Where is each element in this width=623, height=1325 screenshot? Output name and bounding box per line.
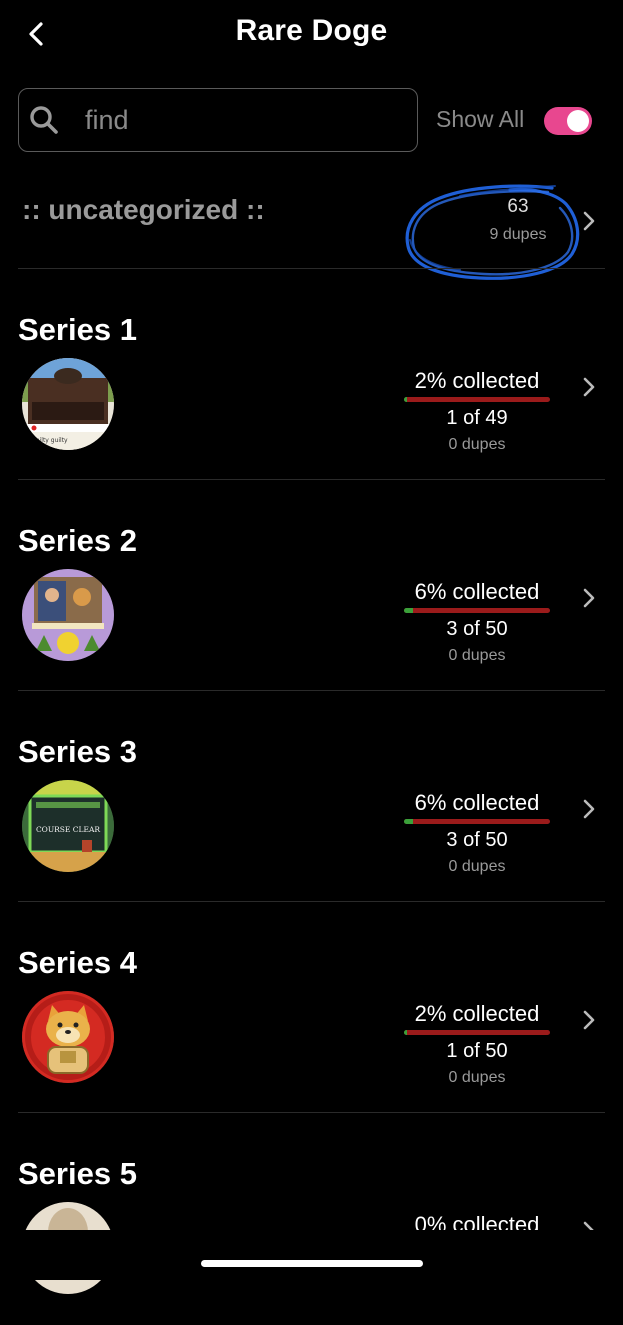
divider — [18, 479, 605, 480]
page-title: Rare Doge — [235, 14, 388, 47]
progress-fill — [404, 1030, 407, 1035]
uncategorized-label: :: uncategorized :: — [22, 194, 265, 225]
progress-fill — [404, 608, 413, 613]
divider — [18, 1112, 605, 1113]
series-thumbnail: guilty guilty — [22, 358, 114, 450]
series-title: Series 5 — [18, 1156, 137, 1191]
uncategorized-row[interactable]: :: uncategorized :: 63 9 dupes — [0, 168, 623, 268]
progress-bar — [404, 397, 550, 402]
search-icon — [27, 103, 61, 137]
uncategorized-dupes: 9 dupes — [489, 226, 547, 243]
chevron-right-icon — [583, 799, 595, 819]
collected-percent: 6% collected — [414, 579, 540, 604]
collected-count: 3 of 50 — [446, 829, 508, 851]
series-thumbnail: COURSE CLEAR — [22, 780, 114, 872]
series-title: Series 2 — [18, 523, 137, 558]
bottom-safe-area — [0, 1230, 623, 1280]
divider — [18, 690, 605, 691]
header: Rare Doge — [0, 0, 623, 70]
uncategorized-count: 63 — [507, 196, 529, 217]
dupes-count: 0 dupes — [448, 858, 506, 875]
series-title: Series 3 — [18, 734, 137, 769]
collected-percent: 6% collected — [414, 790, 540, 815]
search-input[interactable] — [83, 103, 387, 137]
chevron-right-icon — [583, 588, 595, 608]
show-all-label: Show All — [436, 106, 525, 132]
series-row-1[interactable]: Series 1 guilty guilty 2% collected 1 of… — [0, 270, 623, 481]
progress-bar — [404, 608, 550, 613]
series-thumbnail — [22, 569, 114, 661]
toggle-knob — [567, 110, 589, 132]
divider — [18, 268, 605, 269]
series-row-3[interactable]: Series 3 COURSE CLEAR 6% collected 3 of … — [0, 692, 623, 903]
series-thumbnail — [22, 991, 114, 1083]
dupes-count: 0 dupes — [448, 436, 506, 453]
series-row-2[interactable]: Series 2 6% collected 3 of 50 0 dupes — [0, 481, 623, 692]
svg-text:COURSE CLEAR: COURSE CLEAR — [36, 825, 100, 834]
collected-count: 1 of 49 — [446, 407, 508, 429]
collected-percent: 2% collected — [414, 1001, 540, 1026]
search-box[interactable] — [18, 88, 418, 152]
progress-bar — [404, 1030, 550, 1035]
show-all-toggle[interactable] — [544, 107, 592, 135]
collected-count: 1 of 50 — [446, 1040, 508, 1062]
series-row-4[interactable]: Series 4 2% collected 1 of 50 0 dupes — [0, 903, 623, 1114]
chevron-right-icon — [583, 377, 595, 397]
svg-text:guilty guilty: guilty guilty — [32, 437, 68, 444]
progress-fill — [404, 819, 413, 824]
dupes-count: 0 dupes — [448, 1069, 506, 1086]
collected-count: 3 of 50 — [446, 618, 508, 640]
progress-bar — [404, 819, 550, 824]
dupes-count: 0 dupes — [448, 647, 506, 664]
progress-fill — [404, 397, 407, 402]
divider — [18, 901, 605, 902]
series-title: Series 1 — [18, 312, 137, 347]
series-title: Series 4 — [18, 945, 137, 980]
series-row-5[interactable]: Series 5 0% collected — [0, 1114, 623, 1325]
chevron-right-icon — [583, 211, 595, 231]
collected-percent: 2% collected — [414, 368, 540, 393]
chevron-right-icon — [583, 1010, 595, 1030]
home-indicator[interactable] — [201, 1260, 423, 1267]
